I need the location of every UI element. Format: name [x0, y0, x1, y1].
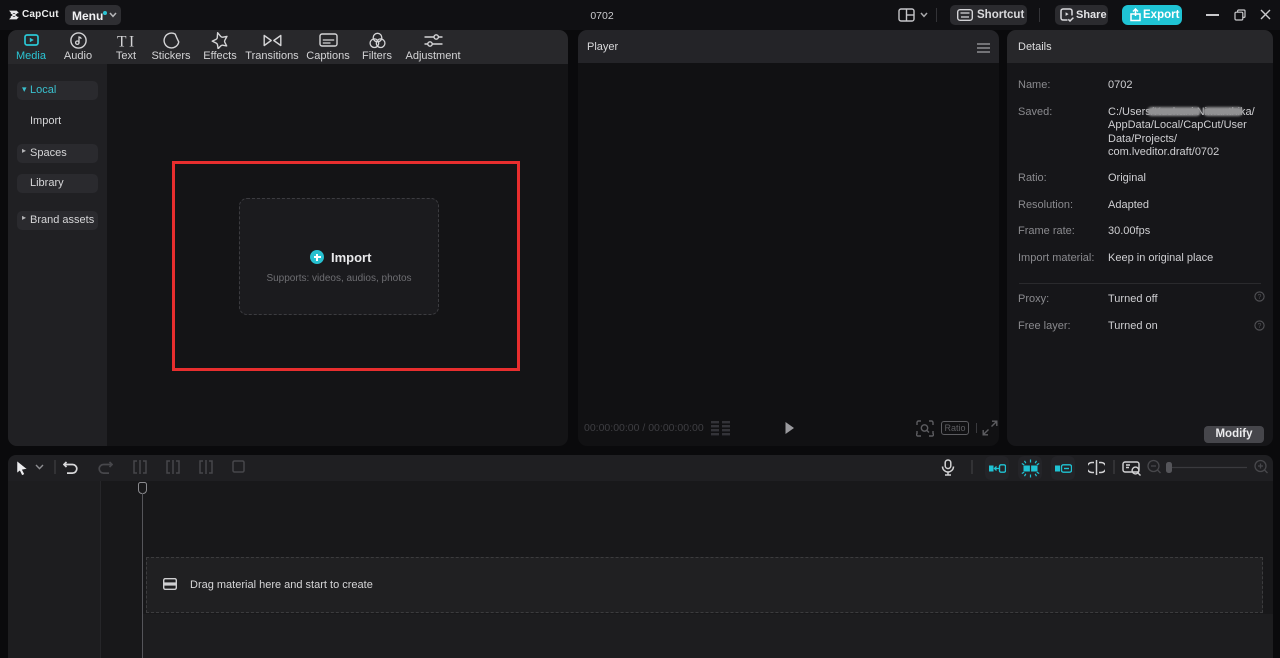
svg-text:T: T	[117, 33, 127, 48]
svg-text:?: ?	[1258, 323, 1262, 330]
svg-text:?: ?	[1258, 294, 1262, 301]
